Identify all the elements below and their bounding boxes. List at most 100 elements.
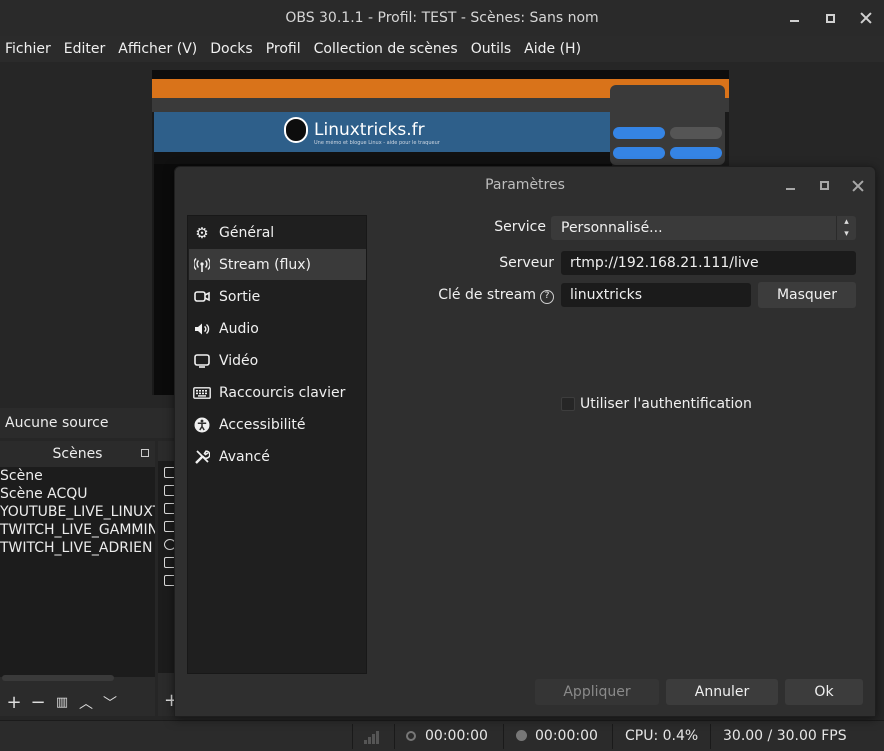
close-icon [852, 180, 864, 192]
server-label: Serveur [499, 255, 554, 271]
scenes-dock-title: Scènes [52, 446, 103, 462]
service-value: Personnalisé... [561, 220, 663, 236]
menu-docks[interactable]: Docks [210, 41, 252, 57]
stream-key-label: Clé de stream [438, 287, 536, 303]
close-button[interactable] [848, 0, 884, 36]
preview-site-title: Linuxtricks.fr [314, 120, 425, 140]
scene-item[interactable]: TWITCH_LIVE_ADRIEN [0, 539, 155, 557]
stream-status: 00:00:00 [406, 721, 488, 751]
nav-item-stream[interactable]: Stream (flux) [189, 249, 366, 280]
minimize-button[interactable] [776, 0, 812, 36]
nav-item-accessibility[interactable]: Accessibilité [189, 409, 366, 440]
maximize-icon [819, 181, 829, 190]
preview-os-topbar [152, 70, 729, 79]
use-auth-checkbox[interactable] [561, 397, 575, 411]
status-separator [352, 724, 353, 749]
menu-afficher[interactable]: Afficher (V) [118, 41, 197, 57]
fps-readout: 30.00 / 30.00 FPS [723, 728, 847, 744]
dialog-minimize-button[interactable] [773, 167, 807, 204]
use-auth-label: Utiliser l'authentification [580, 396, 752, 412]
status-bar: 00:00:00 00:00:00 CPU: 0.4% 30.00 / 30.0… [0, 720, 884, 751]
dialog-close-button[interactable] [841, 167, 875, 204]
preview-site-nav [154, 152, 612, 164]
scenes-toolbar: + − ▥ ︿ ﹀ [0, 689, 155, 716]
maximize-icon [825, 13, 835, 23]
menu-bar: Fichier Editer Afficher (V) Docks Profil… [0, 36, 884, 62]
nav-item-label: Sortie [219, 288, 261, 305]
apply-button[interactable]: Appliquer [535, 679, 659, 705]
nav-item-video[interactable]: Vidéo [189, 345, 366, 376]
scene-item[interactable]: Scène [0, 467, 155, 485]
scenes-list[interactable]: Scène Scène ACQU YOUTUBE_LIVE_LINUXT TWI… [0, 467, 155, 677]
menu-profil[interactable]: Profil [266, 41, 301, 57]
window-title: OBS 30.1.1 - Profil: TEST - Scènes: Sans… [285, 10, 599, 26]
no-source-label: Aucune source sélection [0, 408, 175, 461]
settings-nav: ⚙ Général Stream (flux) Sortie Audio Vid… [187, 215, 367, 674]
server-input[interactable] [561, 251, 856, 275]
nav-item-hotkeys[interactable]: Raccourcis clavier [189, 377, 366, 408]
close-icon [860, 12, 872, 24]
nav-item-output[interactable]: Sortie [189, 281, 366, 312]
nav-item-label: Général [219, 224, 275, 241]
monitor-icon [193, 352, 211, 370]
tools-icon [193, 448, 211, 466]
nav-item-label: Audio [219, 320, 259, 337]
minimize-icon [789, 20, 799, 22]
nav-item-advanced[interactable]: Avancé [189, 441, 366, 472]
menu-editer[interactable]: Editer [64, 41, 105, 57]
window-titlebar: OBS 30.1.1 - Profil: TEST - Scènes: Sans… [0, 0, 884, 36]
move-scene-up-button[interactable]: ︿ [74, 693, 98, 713]
scene-item[interactable]: Scène ACQU [0, 485, 155, 503]
ok-button[interactable]: Ok [785, 679, 863, 705]
menu-aide[interactable]: Aide (H) [524, 41, 581, 57]
preview-pill [670, 127, 722, 139]
menu-collection-scenes[interactable]: Collection de scènes [314, 41, 458, 57]
undock-icon[interactable] [141, 449, 149, 457]
accessibility-icon [193, 416, 211, 434]
preview-pill [670, 147, 722, 159]
preview-pill [613, 147, 665, 159]
output-icon [193, 288, 211, 306]
stream-time: 00:00:00 [425, 728, 488, 744]
keyboard-icon [193, 384, 211, 402]
minimize-icon [785, 187, 795, 190]
status-separator [503, 724, 504, 749]
stream-key-input[interactable] [561, 283, 751, 307]
preview-pill [613, 127, 665, 139]
status-separator [612, 724, 613, 749]
nav-item-label: Accessibilité [219, 416, 306, 433]
cpu-usage: CPU: 0.4% [625, 728, 699, 744]
nav-item-label: Avancé [219, 448, 270, 465]
dialog-maximize-button[interactable] [807, 167, 841, 204]
move-scene-down-button[interactable]: ﹀ [98, 693, 122, 713]
nav-item-label: Stream (flux) [219, 256, 312, 273]
scenes-dock-header: Scènes [0, 441, 155, 467]
broadcast-icon [406, 731, 416, 741]
record-time: 00:00:00 [535, 728, 598, 744]
menu-fichier[interactable]: Fichier [5, 41, 51, 57]
help-icon[interactable]: ? [540, 290, 554, 304]
chevron-updown-icon: ▴ ▾ [836, 216, 856, 240]
remove-scene-button[interactable]: − [26, 692, 50, 713]
settings-dialog-title: Paramètres [485, 177, 565, 193]
add-scene-button[interactable]: + [2, 692, 26, 713]
scenes-horizontal-scrollbar[interactable] [2, 675, 114, 681]
signal-strength-icon [364, 730, 380, 744]
status-separator [394, 724, 395, 749]
nav-item-label: Vidéo [219, 352, 259, 369]
antenna-icon [193, 256, 211, 274]
maximize-button[interactable] [812, 0, 848, 36]
record-icon [516, 730, 527, 741]
speaker-icon [193, 320, 211, 338]
status-separator [710, 724, 711, 749]
scene-item[interactable]: YOUTUBE_LIVE_LINUXT [0, 503, 155, 521]
nav-item-general[interactable]: ⚙ Général [189, 217, 366, 248]
menu-outils[interactable]: Outils [471, 41, 511, 57]
hide-key-button[interactable]: Masquer [758, 282, 856, 308]
scene-filter-button[interactable]: ▥ [50, 695, 74, 710]
service-select[interactable]: Personnalisé... ▴ ▾ [551, 216, 856, 240]
scene-item[interactable]: TWITCH_LIVE_GAMMIN [0, 521, 155, 539]
cancel-button[interactable]: Annuler [666, 679, 778, 705]
stream-key-label-row: Clé de stream? [415, 287, 554, 304]
nav-item-audio[interactable]: Audio [189, 313, 366, 344]
